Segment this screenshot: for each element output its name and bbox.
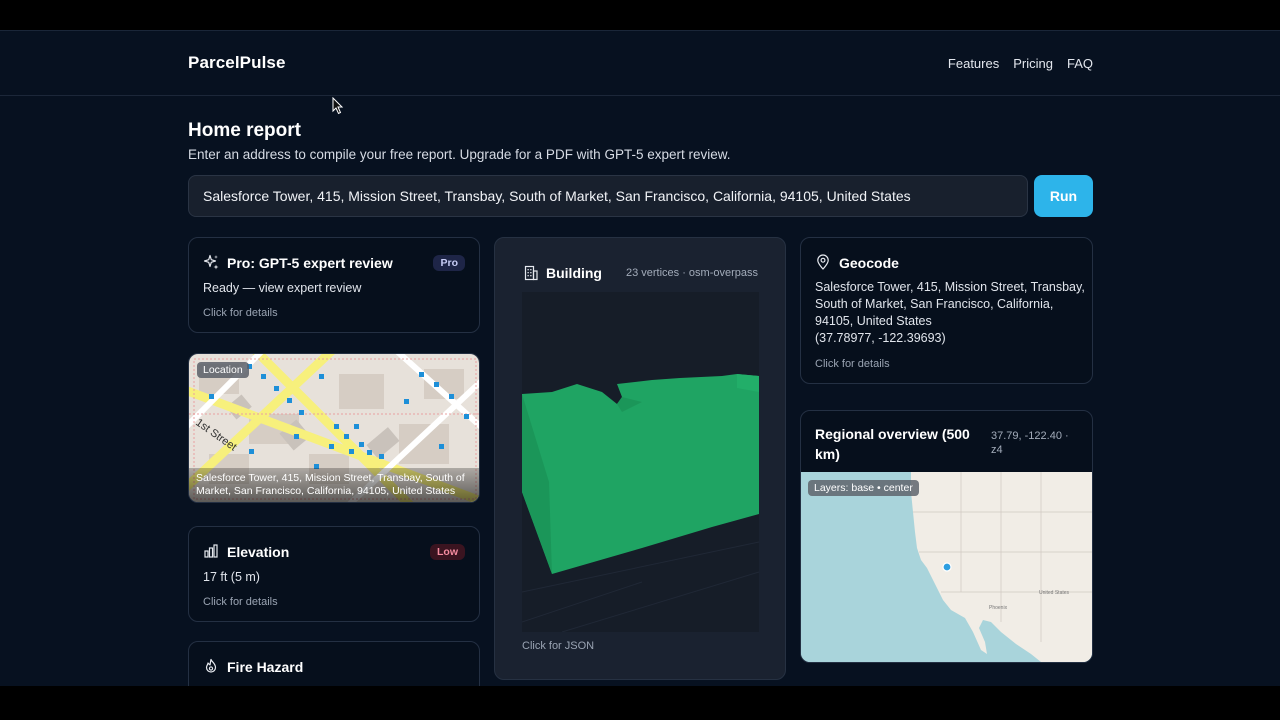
fire-hazard-card[interactable]: Fire Hazard: [188, 641, 480, 686]
elevation-hint: Click for details: [203, 596, 278, 608]
map-pin-icon: [817, 254, 829, 270]
nav-features-link[interactable]: Features: [948, 56, 999, 71]
top-bar: ParcelPulse Features Pricing FAQ: [0, 31, 1280, 96]
building-hint: Click for JSON: [522, 640, 595, 652]
address-input[interactable]: [188, 175, 1028, 217]
brand-logo[interactable]: ParcelPulse: [188, 53, 286, 73]
fire-hazard-title: Fire Hazard: [227, 659, 304, 675]
location-chip: Location: [197, 362, 249, 378]
pro-card-hint: Click for details: [203, 307, 278, 319]
pro-badge: Pro: [433, 255, 465, 271]
page-subtitle: Enter an address to compile your free re…: [188, 147, 731, 162]
geocode-card-title: Geocode: [839, 255, 899, 271]
bar-chart-icon: [204, 544, 218, 558]
building-3d-model: [521, 374, 760, 633]
regional-overview-card[interactable]: Regional overview (500 km) 37.79, -122.4…: [800, 410, 1093, 663]
regional-map-tiles: Phoenix United States: [801, 472, 1092, 662]
regional-meta: 37.79, -122.40 · z4: [991, 429, 1069, 457]
regional-meta-line: z4: [991, 444, 1003, 456]
elevation-card[interactable]: Elevation Low 17 ft (5 m) Click for deta…: [188, 526, 480, 622]
regional-map[interactable]: Phoenix United States Layers: base • cen…: [801, 472, 1092, 662]
geocode-card[interactable]: Geocode Salesforce Tower, 415, Mission S…: [800, 237, 1093, 384]
layers-chip: Layers: base • center: [808, 480, 919, 496]
regional-card-title: Regional overview (500 km): [815, 424, 970, 464]
mouse-cursor-icon: [332, 97, 344, 115]
pro-card-status: Ready — view expert review: [203, 281, 362, 295]
pro-card-title: Pro: GPT-5 expert review: [227, 255, 393, 271]
geocode-address-line: 94105, United States: [815, 314, 932, 328]
sparkles-icon: [203, 254, 219, 270]
geocode-address-line: Salesforce Tower, 415, Mission Street, T…: [815, 280, 1085, 294]
geocode-address-line: South of Market, San Francisco, Californ…: [815, 297, 1054, 311]
run-button[interactable]: Run: [1034, 175, 1093, 217]
regional-meta-line: 37.79, -122.40 ·: [991, 430, 1069, 442]
location-caption: Salesforce Tower, 415, Mission Street, T…: [189, 468, 479, 502]
page-title: Home report: [188, 120, 301, 141]
pro-review-card[interactable]: Pro: GPT-5 expert review Pro Ready — vie…: [188, 237, 480, 333]
building-card[interactable]: Building 23 vertices · osm-overpass Clic…: [494, 237, 786, 680]
elevation-value: 17 ft (5 m): [203, 570, 260, 584]
map-label-phoenix: Phoenix: [989, 605, 1008, 611]
app-window: ParcelPulse Features Pricing FAQ Home re…: [0, 30, 1280, 686]
geocode-coordinates: (37.78977, -122.39693): [815, 331, 946, 345]
top-nav: Features Pricing FAQ: [948, 56, 1093, 71]
location-map[interactable]: 1st Street Location Salesforce Tower, 41…: [188, 353, 480, 503]
elevation-badge: Low: [430, 544, 465, 560]
regional-title-line: km): [815, 446, 840, 462]
letterbox-bottom: [0, 686, 1280, 720]
building-meta: 23 vertices · osm-overpass: [625, 267, 758, 279]
geocode-address: Salesforce Tower, 415, Mission Street, T…: [815, 279, 1085, 347]
regional-title-line: Regional overview (500: [815, 426, 970, 442]
building-3d-viewport[interactable]: [521, 292, 760, 633]
map-label-us: United States: [1039, 590, 1070, 596]
nav-pricing-link[interactable]: Pricing: [1013, 56, 1053, 71]
nav-faq-link[interactable]: FAQ: [1067, 56, 1093, 71]
flame-icon: [205, 658, 217, 673]
geocode-hint: Click for details: [815, 358, 890, 370]
building-card-title: Building: [546, 265, 602, 281]
building-icon: [524, 265, 538, 281]
elevation-card-title: Elevation: [227, 544, 290, 560]
